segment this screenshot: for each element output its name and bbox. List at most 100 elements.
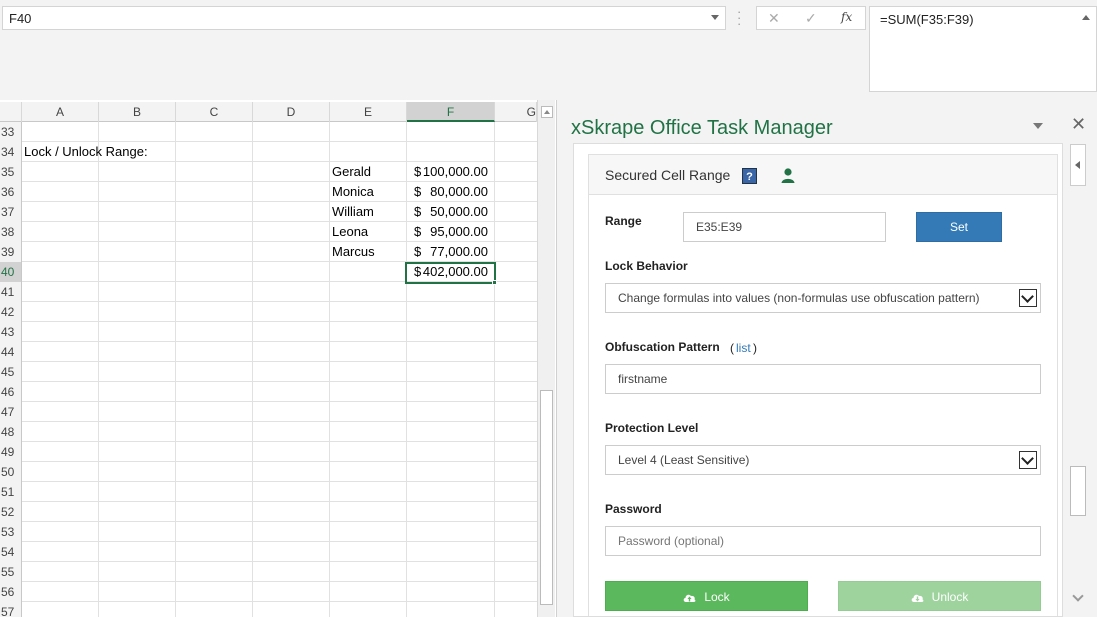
column-header-b[interactable]: B: [99, 102, 176, 122]
row-header[interactable]: 50: [0, 462, 22, 482]
row-header[interactable]: 40: [0, 262, 22, 282]
name-box[interactable]: F40: [2, 6, 726, 30]
select-all-corner[interactable]: [0, 102, 22, 122]
list-paren-close: ): [753, 341, 757, 355]
cell-f[interactable]: $77,000.00: [407, 242, 495, 262]
column-header-f[interactable]: F: [407, 102, 495, 122]
lock-button[interactable]: Lock: [605, 581, 808, 611]
cell-f[interactable]: $95,000.00: [407, 222, 495, 242]
row-header[interactable]: 44: [0, 342, 22, 362]
spreadsheet-grid[interactable]: A B C D E F G 33 34 Lock / Unlock Range: 35…: [0, 100, 537, 617]
drag-handle-icon[interactable]: · · ·: [737, 5, 741, 30]
collapse-formula-icon[interactable]: [1082, 15, 1090, 20]
cell-f[interactable]: $100,000.00: [407, 162, 495, 182]
table-row: 37 William $50,000.00: [0, 202, 537, 222]
range-input[interactable]: E35:E39: [683, 212, 886, 242]
insert-function-icon[interactable]: fx: [841, 10, 852, 24]
cell-e[interactable]: William: [332, 202, 406, 222]
row-header[interactable]: 33: [0, 122, 22, 142]
cell-e[interactable]: Gerald: [332, 162, 406, 182]
protection-level-select[interactable]: Level 4 (Least Sensitive): [605, 445, 1041, 475]
user-icon[interactable]: [780, 167, 796, 183]
unlock-button[interactable]: Unlock: [838, 581, 1041, 611]
row-header[interactable]: 36: [0, 182, 22, 202]
lock-behavior-label: Lock Behavior: [605, 259, 688, 273]
cell-f[interactable]: $80,000.00: [407, 182, 495, 202]
fill-handle[interactable]: [492, 280, 497, 285]
lock-behavior-select[interactable]: Change formulas into values (non-formula…: [605, 283, 1041, 313]
obfuscation-pattern-input[interactable]: firstname: [605, 364, 1041, 394]
row-header[interactable]: 46: [0, 382, 22, 402]
row-header[interactable]: 53: [0, 522, 22, 542]
table-row: 53: [0, 522, 537, 542]
enter-icon[interactable]: ✓: [805, 10, 817, 27]
row-header[interactable]: 52: [0, 502, 22, 522]
row-header[interactable]: 55: [0, 562, 22, 582]
row-header[interactable]: 41: [0, 282, 22, 302]
row-header[interactable]: 42: [0, 302, 22, 322]
set-button[interactable]: Set: [916, 212, 1002, 242]
column-header-g[interactable]: G: [495, 102, 537, 122]
table-row: 46: [0, 382, 537, 402]
cell-f[interactable]: $50,000.00: [407, 202, 495, 222]
collapse-pane-icon[interactable]: [1070, 144, 1086, 186]
row-header[interactable]: 49: [0, 442, 22, 462]
row-header[interactable]: 51: [0, 482, 22, 502]
table-row: 35 Gerald $100,000.00: [0, 162, 537, 182]
row-header[interactable]: 34: [0, 142, 22, 162]
currency-symbol: $: [414, 164, 422, 179]
secured-range-card: Secured Cell Range ? Range E35:E39 Set L…: [588, 154, 1058, 616]
cell-value: 77,000.00: [430, 244, 488, 259]
scrollbar-thumb[interactable]: [540, 390, 553, 605]
currency-symbol: $: [414, 204, 422, 219]
scroll-up-icon[interactable]: [541, 106, 553, 118]
cell-e[interactable]: Leona: [332, 222, 406, 242]
column-header-a[interactable]: A: [22, 102, 99, 122]
help-icon[interactable]: ?: [742, 168, 757, 184]
protection-level-value: Level 4 (Least Sensitive): [618, 453, 750, 467]
task-pane-title: xSkrape Office Task Manager: [571, 117, 833, 139]
row-header[interactable]: 39: [0, 242, 22, 262]
password-input[interactable]: [605, 526, 1041, 556]
column-header-row: A B C D E F G: [0, 102, 537, 122]
column-header-e[interactable]: E: [330, 102, 407, 122]
table-row: 50: [0, 462, 537, 482]
row-header[interactable]: 35: [0, 162, 22, 182]
column-header-c[interactable]: C: [176, 102, 253, 122]
cell-value: 80,000.00: [430, 184, 488, 199]
row-header[interactable]: 38: [0, 222, 22, 242]
row-header[interactable]: 48: [0, 422, 22, 442]
active-cell-border[interactable]: [405, 262, 496, 284]
grid-vertical-scrollbar[interactable]: [537, 100, 555, 617]
table-row: 44: [0, 342, 537, 362]
chevron-down-icon[interactable]: [711, 15, 719, 20]
table-row: 36 Monica $80,000.00: [0, 182, 537, 202]
chevron-down-icon[interactable]: [1019, 289, 1037, 307]
cell-a[interactable]: Lock / Unlock Range:: [24, 142, 148, 162]
table-row: 56: [0, 582, 537, 602]
scrollbar-thumb[interactable]: [1070, 466, 1086, 516]
row-header[interactable]: 43: [0, 322, 22, 342]
close-icon[interactable]: ✕: [1071, 114, 1086, 135]
unlock-button-label: Unlock: [931, 590, 969, 604]
cell-e[interactable]: Marcus: [332, 242, 406, 262]
cell-e[interactable]: Monica: [332, 182, 406, 202]
table-row: 47: [0, 402, 537, 422]
row-header[interactable]: 37: [0, 202, 22, 222]
lock-button-label: Lock: [704, 590, 730, 604]
task-pane-scrollbar[interactable]: [1070, 144, 1090, 617]
row-header[interactable]: 57: [0, 602, 22, 617]
row-header[interactable]: 54: [0, 542, 22, 562]
formula-input[interactable]: =SUM(F35:F39): [869, 6, 1097, 92]
cancel-icon[interactable]: ✕: [768, 10, 780, 27]
list-link[interactable]: list: [736, 341, 751, 355]
chevron-down-icon[interactable]: [1072, 590, 1084, 602]
lock-behavior-value: Change formulas into values (non-formula…: [618, 291, 980, 305]
row-header[interactable]: 47: [0, 402, 22, 422]
task-pane-options-icon[interactable]: [1033, 123, 1043, 129]
row-header[interactable]: 45: [0, 362, 22, 382]
currency-symbol: $: [414, 224, 422, 239]
row-header[interactable]: 56: [0, 582, 22, 602]
column-header-d[interactable]: D: [253, 102, 330, 122]
chevron-down-icon[interactable]: [1019, 451, 1037, 469]
